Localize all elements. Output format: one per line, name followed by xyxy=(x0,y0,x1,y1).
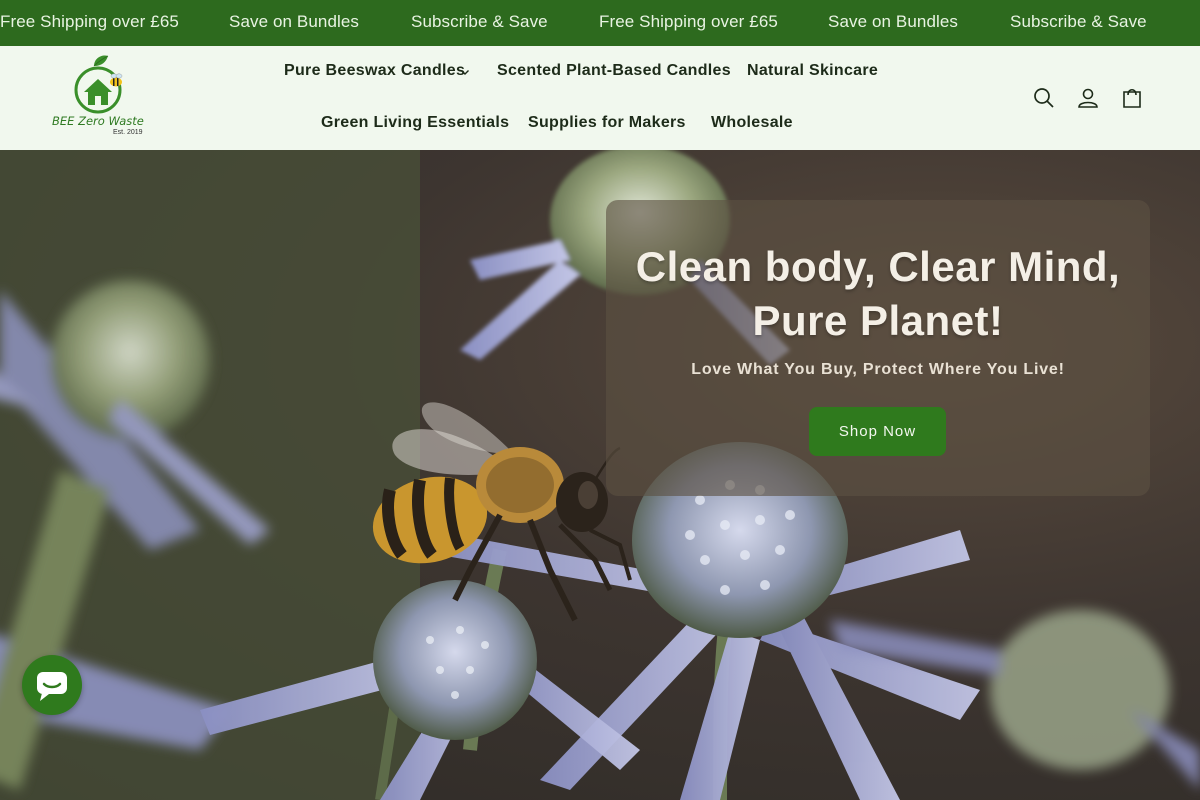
site-header: BEE Zero Waste Est. 2019 Pure Beeswax Ca… xyxy=(0,46,1200,150)
announcement-item[interactable]: Subscribe & Save xyxy=(1010,12,1147,32)
hero-title: Clean body, Clear Mind, Pure Planet! xyxy=(606,240,1150,348)
hero-title-line-2: Pure Planet! xyxy=(752,297,1004,344)
logo-wordmark: BEE Zero Waste xyxy=(52,114,144,128)
nav-pure-beeswax-candles[interactable]: Pure Beeswax Candles xyxy=(284,62,465,80)
announcement-item[interactable]: Save on Bundles xyxy=(229,12,359,32)
nav-wholesale[interactable]: Wholesale xyxy=(711,114,793,132)
announcement-item[interactable]: Free Shipping over £65 xyxy=(0,12,179,32)
announcement-item[interactable]: Save on Bundles xyxy=(828,12,958,32)
nav-green-living-essentials[interactable]: Green Living Essentials xyxy=(321,114,509,132)
hero-subtitle: Love What You Buy, Protect Where You Liv… xyxy=(691,361,1065,378)
shop-now-button[interactable]: Shop Now xyxy=(809,407,946,456)
chat-icon xyxy=(37,672,67,701)
nav-supplies-for-makers[interactable]: Supplies for Makers xyxy=(528,114,686,132)
account-icon[interactable] xyxy=(1076,86,1100,110)
announcement-item[interactable]: Free Shipping over £65 xyxy=(599,12,778,32)
logo[interactable]: BEE Zero Waste Est. 2019 xyxy=(50,54,150,142)
cart-icon[interactable] xyxy=(1120,86,1144,110)
announcement-bar: Free Shipping over £65 Save on Bundles S… xyxy=(0,0,1200,46)
logo-mark xyxy=(74,55,123,114)
nav-natural-skincare[interactable]: Natural Skincare xyxy=(747,62,878,80)
hero-text-panel: Clean body, Clear Mind, Pure Planet! Lov… xyxy=(606,200,1150,496)
announcement-item[interactable]: Subscribe & Save xyxy=(411,12,548,32)
logo-established: Est. 2019 xyxy=(113,129,143,136)
hero-banner: Clean body, Clear Mind, Pure Planet! Lov… xyxy=(0,150,1200,800)
nav-scented-plant-based-candles[interactable]: Scented Plant-Based Candles xyxy=(497,62,731,80)
chevron-down-icon[interactable] xyxy=(460,67,470,77)
chat-launcher[interactable] xyxy=(22,655,82,715)
hero-title-line-1: Clean body, Clear Mind, xyxy=(635,243,1121,290)
search-icon[interactable] xyxy=(1032,86,1056,110)
